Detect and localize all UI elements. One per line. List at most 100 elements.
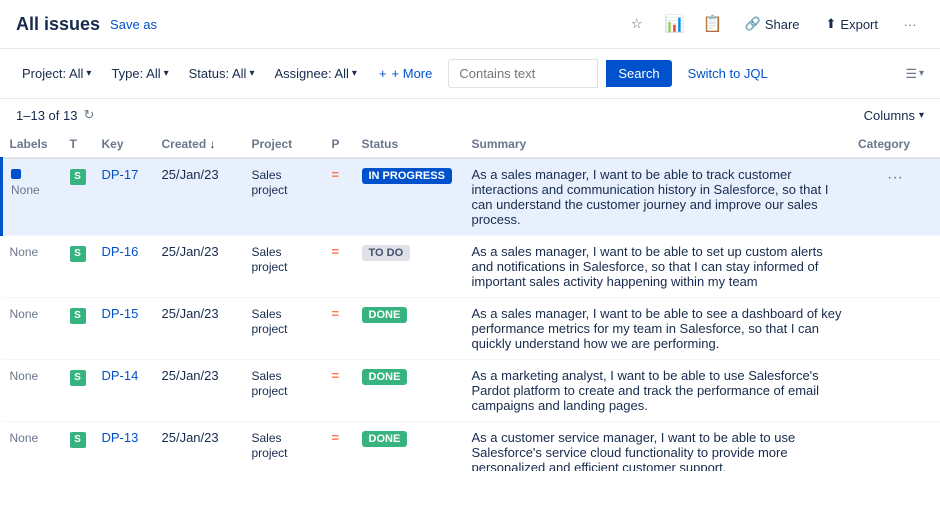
chevron-down-icon: ▾: [164, 68, 169, 79]
page-title: All issues: [16, 14, 100, 35]
cell-status: DONE: [354, 422, 464, 472]
issue-type-icon: S: [70, 308, 86, 324]
col-header-status[interactable]: Status: [354, 131, 464, 158]
summary-text: As a sales manager, I want to be able to…: [472, 306, 842, 351]
priority-icon: =: [332, 244, 340, 259]
cell-project: Sales project: [244, 298, 324, 360]
col-header-labels[interactable]: Labels: [2, 131, 62, 158]
row-more-button[interactable]: ···: [883, 306, 907, 328]
cell-key[interactable]: DP-15: [94, 298, 154, 360]
issue-key-link[interactable]: DP-14: [102, 368, 139, 383]
cell-status: TO DO: [354, 236, 464, 298]
status-badge: IN PROGRESS: [362, 168, 452, 184]
cell-key[interactable]: DP-14: [94, 360, 154, 422]
cell-category: ···: [850, 360, 940, 422]
view-toggle-button[interactable]: ☰ ▾: [905, 66, 924, 82]
more-options-button[interactable]: ···: [896, 10, 924, 38]
cell-key[interactable]: DP-16: [94, 236, 154, 298]
search-input[interactable]: [448, 59, 598, 88]
type-filter[interactable]: Type: All ▾: [105, 62, 174, 85]
cell-key[interactable]: DP-17: [94, 158, 154, 236]
cell-key[interactable]: DP-13: [94, 422, 154, 472]
label-value: None: [10, 431, 39, 445]
selected-indicator: [11, 169, 21, 179]
col-header-project[interactable]: Project: [244, 131, 324, 158]
cell-labels: None: [2, 236, 62, 298]
col-header-priority[interactable]: P: [324, 131, 354, 158]
star-button[interactable]: ☆: [623, 10, 651, 38]
sort-arrow-icon: ↓: [210, 137, 216, 151]
cell-project: Sales project: [244, 360, 324, 422]
table-row[interactable]: None S DP-13 25/Jan/23 Sales project = D…: [2, 422, 940, 472]
cell-created: 25/Jan/23: [154, 422, 244, 472]
switch-to-jql-button[interactable]: Switch to JQL: [680, 62, 776, 85]
cell-type: S: [62, 360, 94, 422]
summary-text: As a sales manager, I want to be able to…: [472, 167, 829, 227]
row-more-button[interactable]: ···: [883, 244, 907, 266]
assignee-filter[interactable]: Assignee: All ▾: [268, 62, 362, 85]
project-filter[interactable]: Project: All ▾: [16, 62, 97, 85]
sheets-button[interactable]: 📋: [699, 10, 727, 38]
search-button[interactable]: Search: [606, 60, 671, 87]
plus-icon: +: [379, 66, 387, 81]
col-header-key[interactable]: Key: [94, 131, 154, 158]
filter-bar: Project: All ▾ Type: All ▾ Status: All ▾…: [0, 49, 940, 99]
row-more-button[interactable]: ···: [883, 368, 907, 390]
chevron-down-icon: ▾: [352, 68, 357, 79]
cell-created: 25/Jan/23: [154, 360, 244, 422]
issue-key-link[interactable]: DP-16: [102, 244, 139, 259]
more-icon: ···: [903, 17, 916, 32]
cell-type: S: [62, 236, 94, 298]
table-row[interactable]: None S DP-16 25/Jan/23 Sales project = T…: [2, 236, 940, 298]
columns-button[interactable]: Columns ▾: [864, 108, 924, 123]
chevron-down-icon: ▾: [249, 68, 254, 79]
excel-button[interactable]: 📊: [661, 10, 689, 38]
summary-text: As a customer service manager, I want to…: [472, 430, 796, 471]
top-bar-left: All issues Save as: [16, 14, 157, 35]
share-button[interactable]: 🔗 Share: [737, 12, 808, 36]
issue-type-icon: S: [70, 370, 86, 386]
excel-icon: 📊: [665, 14, 685, 34]
cell-status: IN PROGRESS: [354, 158, 464, 236]
cell-labels: None: [2, 298, 62, 360]
col-header-summary[interactable]: Summary: [464, 131, 851, 158]
cell-priority: =: [324, 236, 354, 298]
table-row[interactable]: None S DP-17 25/Jan/23 Sales project = I…: [2, 158, 940, 236]
cell-type: S: [62, 158, 94, 236]
chevron-down-icon: ▾: [919, 110, 924, 121]
sheets-icon: 📋: [703, 14, 723, 34]
issue-key-link[interactable]: DP-13: [102, 430, 139, 445]
col-header-category[interactable]: Category: [850, 131, 940, 158]
cell-category: ···: [850, 236, 940, 298]
results-bar: 1–13 of 13 ↻ Columns ▾: [0, 99, 940, 131]
cell-priority: =: [324, 298, 354, 360]
label-value: None: [10, 307, 39, 321]
export-button[interactable]: ⬆ Export: [818, 12, 886, 36]
row-more-button[interactable]: ···: [883, 430, 907, 452]
cell-type: S: [62, 298, 94, 360]
cell-created: 25/Jan/23: [154, 298, 244, 360]
cell-created: 25/Jan/23: [154, 236, 244, 298]
cell-priority: =: [324, 360, 354, 422]
issue-key-link[interactable]: DP-17: [102, 167, 139, 182]
cell-labels: None: [2, 360, 62, 422]
col-header-created[interactable]: Created ↓: [154, 131, 244, 158]
status-badge: DONE: [362, 431, 408, 447]
summary-text: As a sales manager, I want to be able to…: [472, 244, 823, 289]
status-filter[interactable]: Status: All ▾: [183, 62, 261, 85]
issue-key-link[interactable]: DP-15: [102, 306, 139, 321]
cell-project: Sales project: [244, 422, 324, 472]
share-icon: 🔗: [745, 16, 761, 32]
more-filters-button[interactable]: + + More: [371, 62, 440, 85]
cell-summary: As a sales manager, I want to be able to…: [464, 158, 851, 236]
cell-type: S: [62, 422, 94, 472]
save-as-button[interactable]: Save as: [110, 17, 157, 32]
refresh-icon[interactable]: ↻: [83, 107, 94, 123]
table-row[interactable]: None S DP-14 25/Jan/23 Sales project = D…: [2, 360, 940, 422]
cell-priority: =: [324, 422, 354, 472]
col-header-type[interactable]: T: [62, 131, 94, 158]
row-more-button[interactable]: ···: [883, 167, 907, 189]
cell-labels: None: [2, 158, 62, 236]
cell-category: ···: [850, 298, 940, 360]
table-row[interactable]: None S DP-15 25/Jan/23 Sales project = D…: [2, 298, 940, 360]
